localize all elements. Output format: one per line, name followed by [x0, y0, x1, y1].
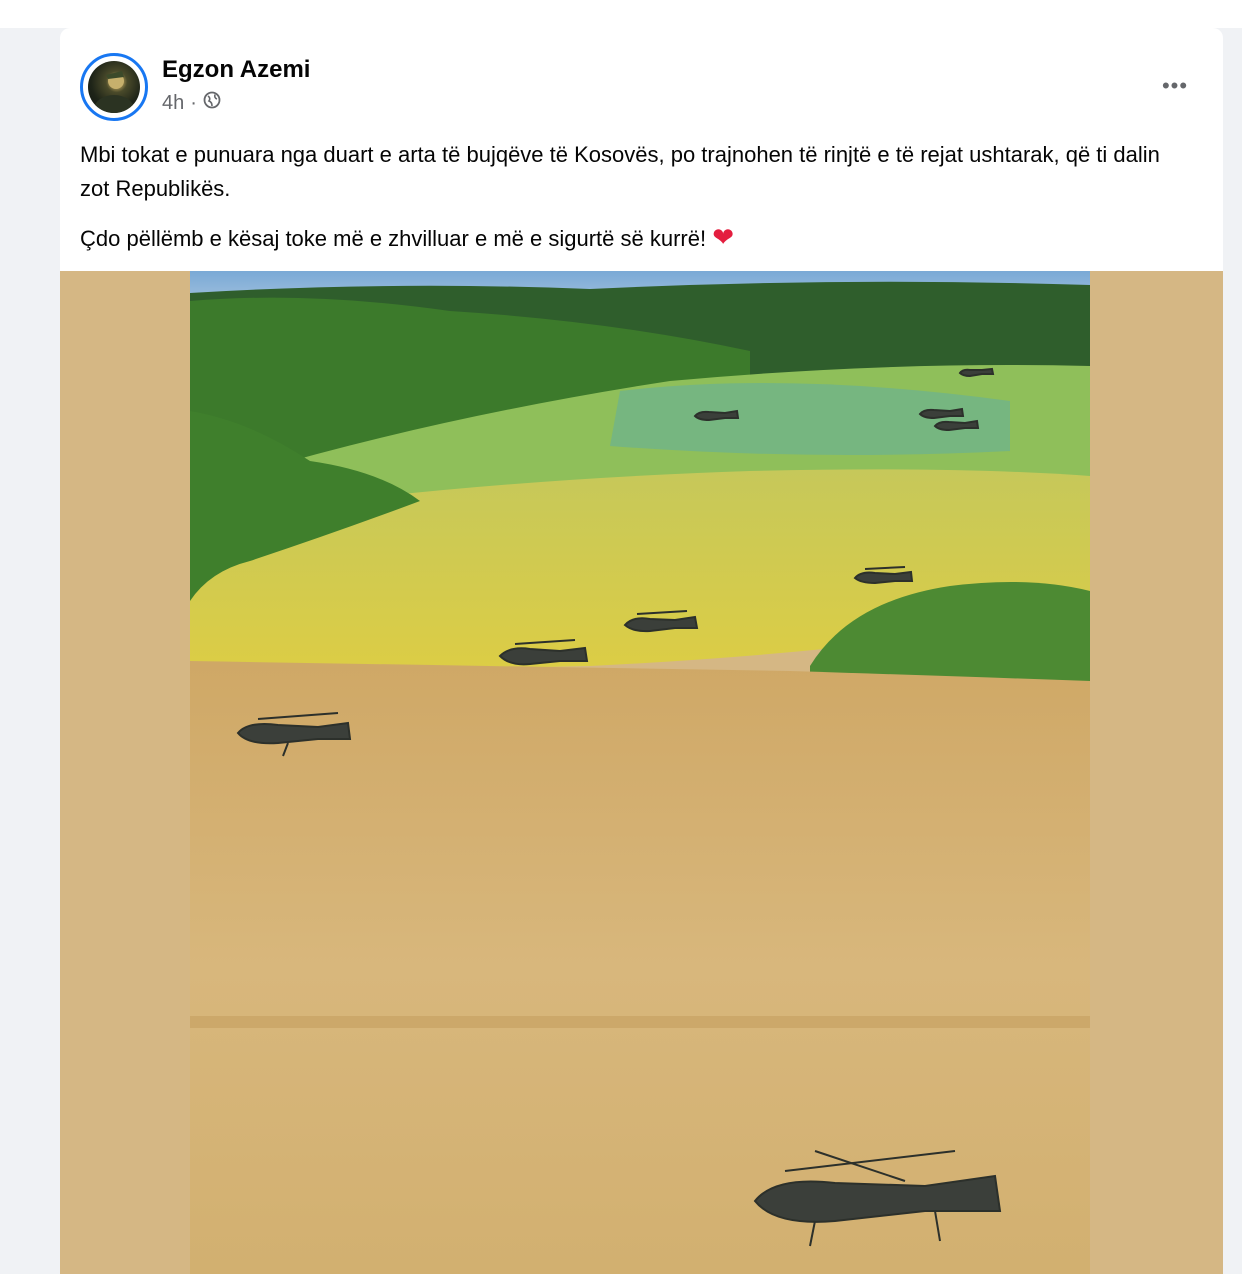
more-options-button[interactable]: •••	[1157, 68, 1193, 104]
post-text-line2: Çdo pëllëmb e kësaj toke më e zhvilluar …	[80, 222, 734, 252]
meta-separator: ·	[190, 91, 197, 114]
post-meta: 4h ·	[162, 91, 221, 115]
post-text: Mbi tokat e punuara nga duart e arta të …	[80, 138, 1180, 270]
post-time[interactable]: 4h	[162, 92, 184, 115]
author-name[interactable]: Egzon Azemi	[162, 56, 310, 84]
post-card: Egzon Azemi 4h · ••• Mbi tokat e punuara…	[60, 28, 1223, 1274]
post-media[interactable]	[60, 271, 1223, 1274]
top-background	[0, 0, 1242, 28]
post-text-line1: Mbi tokat e punuara nga duart e arta të …	[80, 142, 1160, 201]
avatar-image	[88, 61, 140, 113]
post-photo[interactable]	[190, 271, 1090, 1274]
heart-emoji-icon: ❤	[712, 222, 734, 252]
author-avatar[interactable]	[80, 53, 148, 121]
globe-icon[interactable]	[203, 91, 221, 115]
